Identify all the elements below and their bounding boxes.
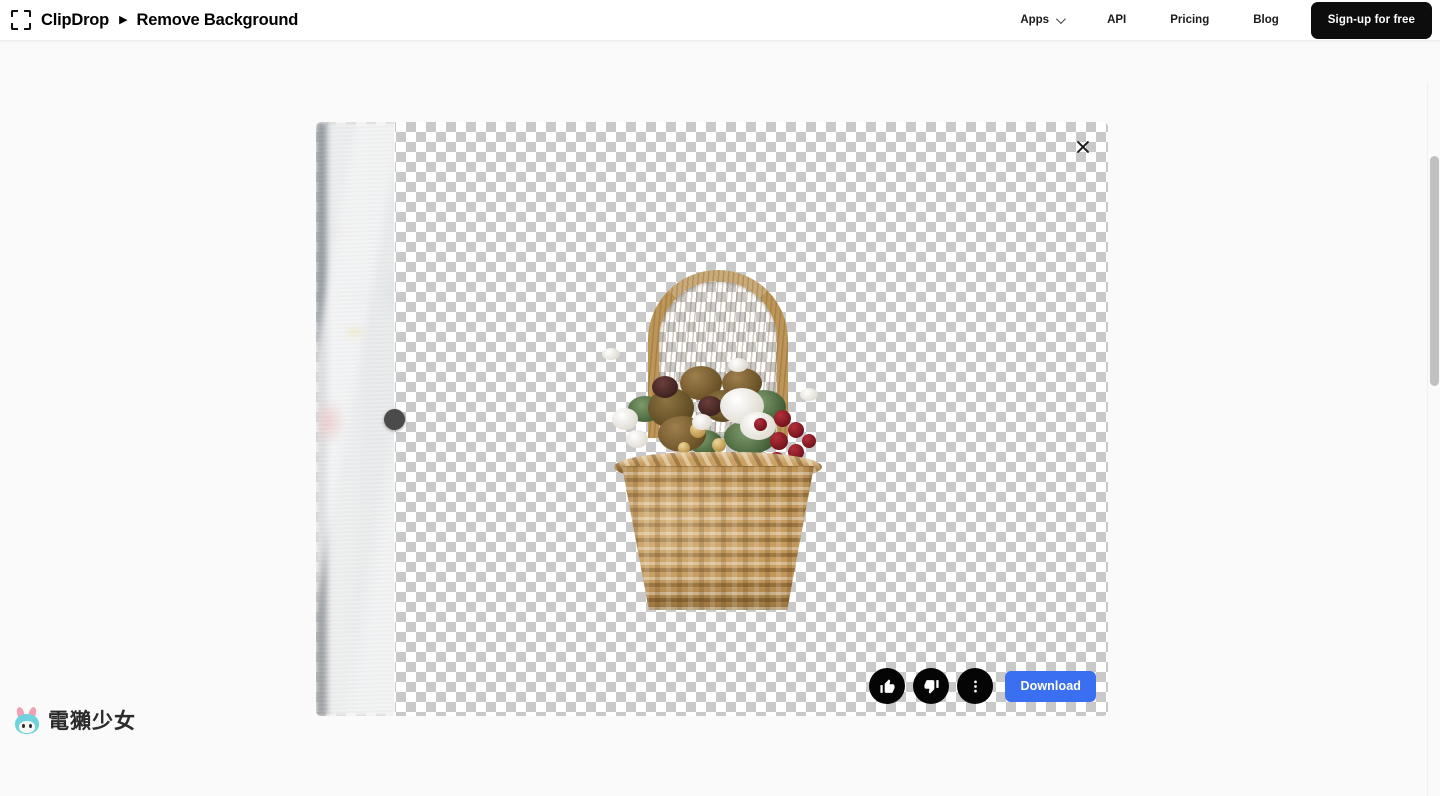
original-photo-layer: [316, 122, 394, 716]
nav-item-apps-label: Apps: [1020, 14, 1049, 26]
thumbs-down-button[interactable]: [913, 668, 949, 704]
top-navigation-bar: ClipDrop ▶ Remove Background Apps API Pr…: [0, 0, 1440, 41]
image-compare-canvas[interactable]: Download: [316, 122, 1108, 716]
thumbs-up-button[interactable]: [869, 668, 905, 704]
result-action-bar: Download: [869, 668, 1096, 704]
mascot-icon: [14, 707, 40, 735]
thumbs-up-icon: [879, 678, 896, 695]
crop-brackets-icon: [11, 10, 31, 30]
breadcrumb-separator-icon: ▶: [119, 15, 127, 26]
nav-item-blog[interactable]: Blog: [1231, 0, 1301, 41]
editor-stage: Download 電獺少女: [0, 41, 1440, 755]
nav-links: Apps API Pricing Blog Sign-up for free: [998, 0, 1440, 41]
brand-breadcrumb[interactable]: ClipDrop ▶ Remove Background: [11, 0, 298, 41]
signup-button[interactable]: Sign-up for free: [1311, 2, 1432, 39]
compare-slider-handle[interactable]: [384, 409, 405, 430]
watermark-text: 電獺少女: [48, 711, 136, 732]
close-icon[interactable]: [1069, 133, 1097, 161]
cutout-subject-basket: [592, 270, 842, 610]
brand-name[interactable]: ClipDrop: [41, 11, 109, 30]
download-button[interactable]: Download: [1005, 671, 1096, 702]
page-title: Remove Background: [137, 11, 299, 30]
nav-item-pricing[interactable]: Pricing: [1148, 0, 1231, 41]
vertical-scrollbar[interactable]: [1427, 82, 1440, 796]
more-options-button[interactable]: [957, 668, 993, 704]
chevron-down-icon: [1056, 14, 1066, 24]
watermark: 電獺少女: [14, 707, 136, 735]
nav-item-api[interactable]: API: [1085, 0, 1148, 41]
nav-item-apps[interactable]: Apps: [998, 0, 1085, 41]
more-vertical-icon: [967, 678, 984, 695]
scrollbar-thumb[interactable]: [1430, 156, 1439, 386]
thumbs-down-icon: [923, 678, 940, 695]
